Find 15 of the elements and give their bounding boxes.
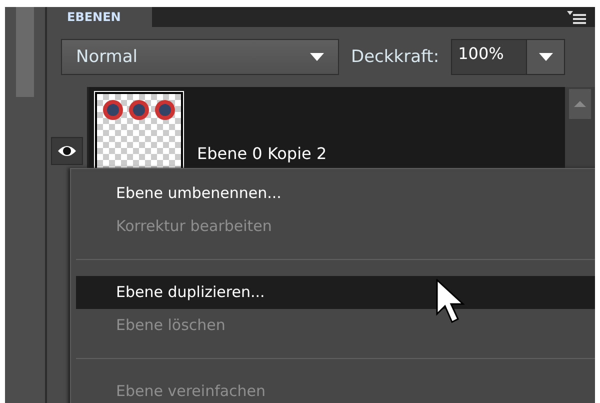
opacity-dropdown-button[interactable] bbox=[526, 40, 564, 74]
panel-tab[interactable]: EBENEN bbox=[47, 7, 152, 27]
caret-icon bbox=[574, 101, 586, 107]
opacity-field[interactable]: 100% bbox=[451, 39, 566, 75]
caret-icon bbox=[538, 53, 553, 61]
eye-icon bbox=[57, 145, 77, 157]
panel-menu-icon[interactable] bbox=[567, 10, 587, 24]
layer-name[interactable]: Ebene 0 Kopie 2 bbox=[197, 144, 327, 163]
blend-mode-dropdown[interactable]: Normal bbox=[61, 39, 339, 75]
menu-item[interactable]: Ebene duplizieren... bbox=[76, 276, 595, 309]
mouse-pointer-icon bbox=[436, 279, 466, 325]
menu-item[interactable]: Ebene umbenennen... bbox=[76, 177, 595, 210]
caret-icon bbox=[310, 53, 324, 61]
opacity-label: Deckkraft: bbox=[351, 47, 440, 67]
visibility-toggle[interactable] bbox=[51, 137, 83, 165]
